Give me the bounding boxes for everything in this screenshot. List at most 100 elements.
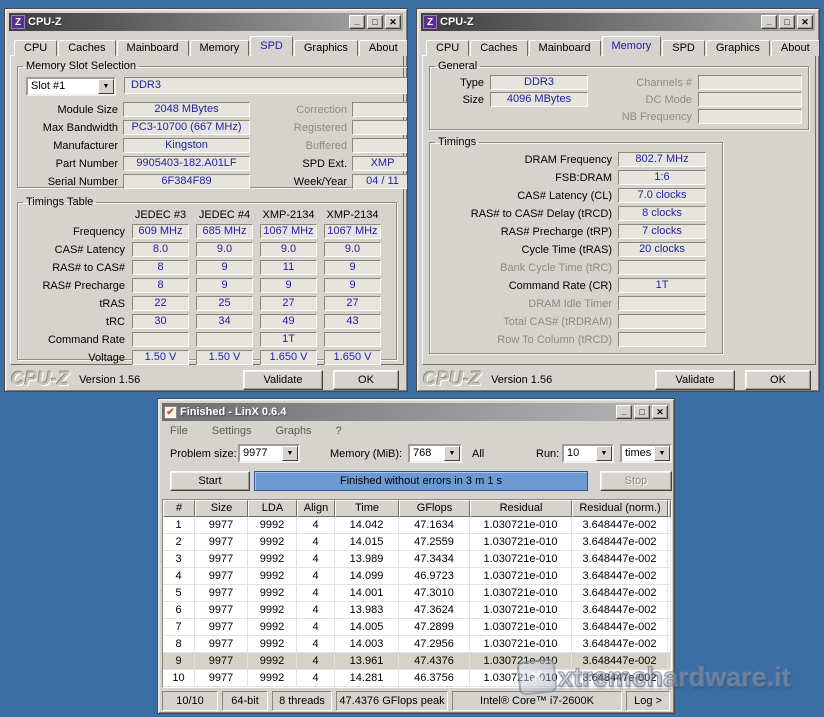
stop-button[interactable]: Stop bbox=[600, 471, 672, 491]
chevron-down-icon[interactable]: ▼ bbox=[444, 446, 460, 461]
menu-bar: File Settings Graphs? bbox=[164, 423, 348, 440]
field-value: 04 / 11 bbox=[352, 174, 408, 189]
tab-graphics[interactable]: Graphics bbox=[294, 40, 358, 56]
table-row[interactable]: 199779992414.04247.16341.030721e-0103.64… bbox=[163, 517, 671, 534]
chevron-down-icon[interactable]: ▼ bbox=[654, 446, 670, 461]
table-cell bbox=[668, 568, 671, 585]
close-button[interactable]: ✕ bbox=[797, 15, 813, 29]
column-header[interactable]: # bbox=[163, 500, 195, 517]
menu-file[interactable]: File bbox=[170, 425, 188, 438]
tab-about[interactable]: About bbox=[771, 40, 820, 56]
validate-button[interactable]: Validate bbox=[655, 370, 735, 390]
minimize-button[interactable]: _ bbox=[761, 15, 777, 29]
column-header: XMP-2134 bbox=[260, 209, 317, 221]
timing-value: 30 bbox=[132, 314, 189, 329]
menu-graphs[interactable]: Graphs bbox=[275, 425, 311, 438]
column-header[interactable]: Residual bbox=[470, 500, 572, 517]
field-value: XMP bbox=[352, 156, 408, 171]
table-cell: 4 bbox=[297, 517, 335, 534]
tab-mainboard[interactable]: Mainboard bbox=[117, 40, 189, 56]
column-header[interactable]: Residual (norm.) bbox=[572, 500, 668, 517]
column-header[interactable]: Size bbox=[195, 500, 248, 517]
menu-help[interactable]: ? bbox=[336, 425, 342, 438]
timing-value: 1.650 V bbox=[260, 350, 317, 365]
table-row[interactable]: 299779992414.01547.25591.030721e-0103.64… bbox=[163, 534, 671, 551]
minimize-icon: _ bbox=[766, 17, 771, 26]
tab-cpu[interactable]: CPU bbox=[14, 40, 57, 56]
slot-select[interactable]: Slot #1 ▼ bbox=[26, 77, 116, 96]
table-row[interactable]: 699779992413.98347.36241.030721e-0103.64… bbox=[163, 602, 671, 619]
row-label: FSB:DRAM bbox=[432, 172, 612, 184]
table-row[interactable]: 1099779992414.28146.37561.030721e-0103.6… bbox=[163, 670, 671, 687]
validate-button[interactable]: Validate bbox=[243, 370, 323, 390]
table-cell: 9992 bbox=[248, 653, 297, 670]
minimize-button[interactable]: _ bbox=[349, 15, 365, 29]
chevron-down-icon[interactable]: ▼ bbox=[98, 79, 114, 94]
timing-value bbox=[618, 260, 706, 275]
minimize-button[interactable]: _ bbox=[616, 405, 632, 419]
tab-spd[interactable]: SPD bbox=[662, 40, 705, 56]
row-label: DRAM Frequency bbox=[432, 154, 612, 166]
titlebar: Z CPU-Z _ □ ✕ bbox=[421, 13, 815, 31]
menu-settings[interactable]: Settings bbox=[212, 425, 252, 438]
field-label: Registered bbox=[255, 122, 347, 134]
column-header[interactable]: LDA bbox=[248, 500, 297, 517]
tab-caches[interactable]: Caches bbox=[470, 40, 527, 56]
timing-value: 25 bbox=[196, 296, 253, 311]
ok-button[interactable]: OK bbox=[333, 370, 399, 390]
row-label: CAS# Latency (CL) bbox=[432, 190, 612, 202]
start-button[interactable]: Start bbox=[170, 471, 250, 491]
version-label: Version 1.56 bbox=[491, 374, 552, 386]
close-icon: ✕ bbox=[389, 18, 397, 27]
timing-value: 9.0 bbox=[324, 242, 381, 257]
tab-cpu[interactable]: CPU bbox=[426, 40, 469, 56]
maximize-button[interactable]: □ bbox=[634, 405, 650, 419]
maximize-button[interactable]: □ bbox=[779, 15, 795, 29]
field-label: Module Size bbox=[22, 104, 118, 116]
spd-tab-page: Memory Slot Selection Slot #1 ▼ DDR3 Mod… bbox=[10, 55, 404, 365]
table-row[interactable]: 799779992414.00547.28991.030721e-0103.64… bbox=[163, 619, 671, 636]
maximize-button[interactable]: □ bbox=[367, 15, 383, 29]
memory-select[interactable]: 768 ▼ bbox=[408, 444, 462, 463]
close-button[interactable]: ✕ bbox=[652, 405, 668, 419]
table-row[interactable]: 599779992414.00147.30101.030721e-0103.64… bbox=[163, 585, 671, 602]
timing-value: 802.7 MHz bbox=[618, 152, 706, 167]
timing-value: 8 clocks bbox=[618, 206, 706, 221]
log-button[interactable]: Log > bbox=[626, 691, 670, 711]
tab-memory[interactable]: Memory bbox=[602, 36, 662, 56]
column-header[interactable]: Align bbox=[297, 500, 335, 517]
cpuz-logo: CPU-Z bbox=[11, 369, 69, 391]
ok-button[interactable]: OK bbox=[745, 370, 811, 390]
version-label: Version 1.56 bbox=[79, 374, 140, 386]
table-cell: 14.042 bbox=[335, 517, 399, 534]
table-row[interactable]: 999779992413.96147.43761.030721e-0103.64… bbox=[163, 653, 671, 670]
column-header[interactable]: GFlops bbox=[399, 500, 470, 517]
table-row[interactable]: 899779992414.00347.29561.030721e-0103.64… bbox=[163, 636, 671, 653]
chevron-down-icon[interactable]: ▼ bbox=[596, 446, 612, 461]
table-cell: 14.001 bbox=[335, 585, 399, 602]
tab-graphics[interactable]: Graphics bbox=[706, 40, 770, 56]
table-cell: 9977 bbox=[195, 551, 248, 568]
column-header[interactable] bbox=[668, 500, 671, 517]
tab-caches[interactable]: Caches bbox=[58, 40, 115, 56]
table-cell: 7 bbox=[163, 619, 195, 636]
table-cell: 9977 bbox=[195, 636, 248, 653]
close-button[interactable]: ✕ bbox=[385, 15, 401, 29]
table-cell: 4 bbox=[297, 670, 335, 687]
tab-mainboard[interactable]: Mainboard bbox=[529, 40, 601, 56]
problem-size-select[interactable]: 9977 ▼ bbox=[238, 444, 300, 463]
timing-value bbox=[324, 332, 381, 347]
module-type-field: DDR3 bbox=[124, 77, 408, 94]
table-row[interactable]: 499779992414.09946.97231.030721e-0103.64… bbox=[163, 568, 671, 585]
times-select[interactable]: times ▼ bbox=[620, 444, 672, 463]
table-cell bbox=[668, 670, 671, 687]
column-header[interactable]: Time bbox=[335, 500, 399, 517]
table-row[interactable]: 399779992413.98947.34341.030721e-0103.64… bbox=[163, 551, 671, 568]
tab-memory[interactable]: Memory bbox=[190, 40, 250, 56]
memory-slot-selection-group: Memory Slot Selection Slot #1 ▼ DDR3 Mod… bbox=[17, 60, 408, 188]
chevron-down-icon[interactable]: ▼ bbox=[282, 446, 298, 461]
tab-about[interactable]: About bbox=[359, 40, 408, 56]
tab-spd[interactable]: SPD bbox=[250, 36, 293, 56]
timing-value: 27 bbox=[260, 296, 317, 311]
run-select[interactable]: 10 ▼ bbox=[562, 444, 614, 463]
